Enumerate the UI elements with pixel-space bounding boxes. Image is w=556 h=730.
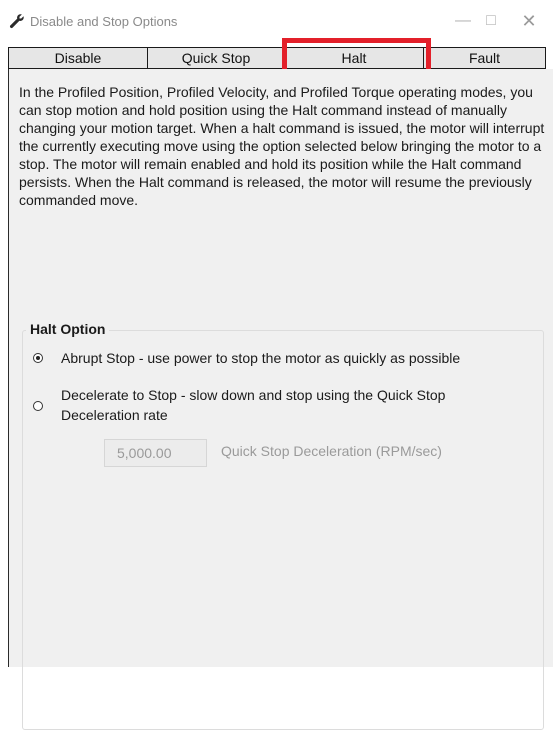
title-bar[interactable]: Disable and Stop Options — □ ✕ (0, 0, 556, 40)
decelerate-to-stop-label[interactable]: Decelerate to Stop - slow down and stop … (61, 385, 521, 425)
maximize-button[interactable]: □ (471, 8, 511, 34)
halt-description: In the Profiled Position, Profiled Veloc… (19, 84, 545, 208)
tab-quick-stop[interactable]: Quick Stop (148, 48, 285, 68)
quick-stop-deceleration-label: Quick Stop Deceleration (RPM/sec) (221, 443, 442, 459)
halt-option-title: Halt Option (26, 321, 110, 337)
close-button[interactable]: ✕ (509, 8, 549, 34)
window-title: Disable and Stop Options (30, 14, 178, 29)
wrench-icon (9, 13, 25, 29)
tab-disable[interactable]: Disable (9, 48, 148, 68)
abrupt-stop-label[interactable]: Abrupt Stop - use power to stop the moto… (61, 348, 460, 368)
tab-fault[interactable]: Fault (424, 48, 545, 68)
quick-stop-deceleration-input[interactable] (104, 439, 207, 467)
abrupt-stop-radio[interactable] (33, 353, 43, 363)
halt-panel: In the Profiled Position, Profiled Veloc… (8, 69, 553, 730)
tab-bar: Disable Quick Stop Halt Fault (8, 47, 546, 69)
tab-halt[interactable]: Halt (285, 48, 424, 68)
dialog-window: Disable and Stop Options — □ ✕ Disable Q… (0, 0, 556, 730)
decelerate-to-stop-radio[interactable] (33, 401, 43, 411)
